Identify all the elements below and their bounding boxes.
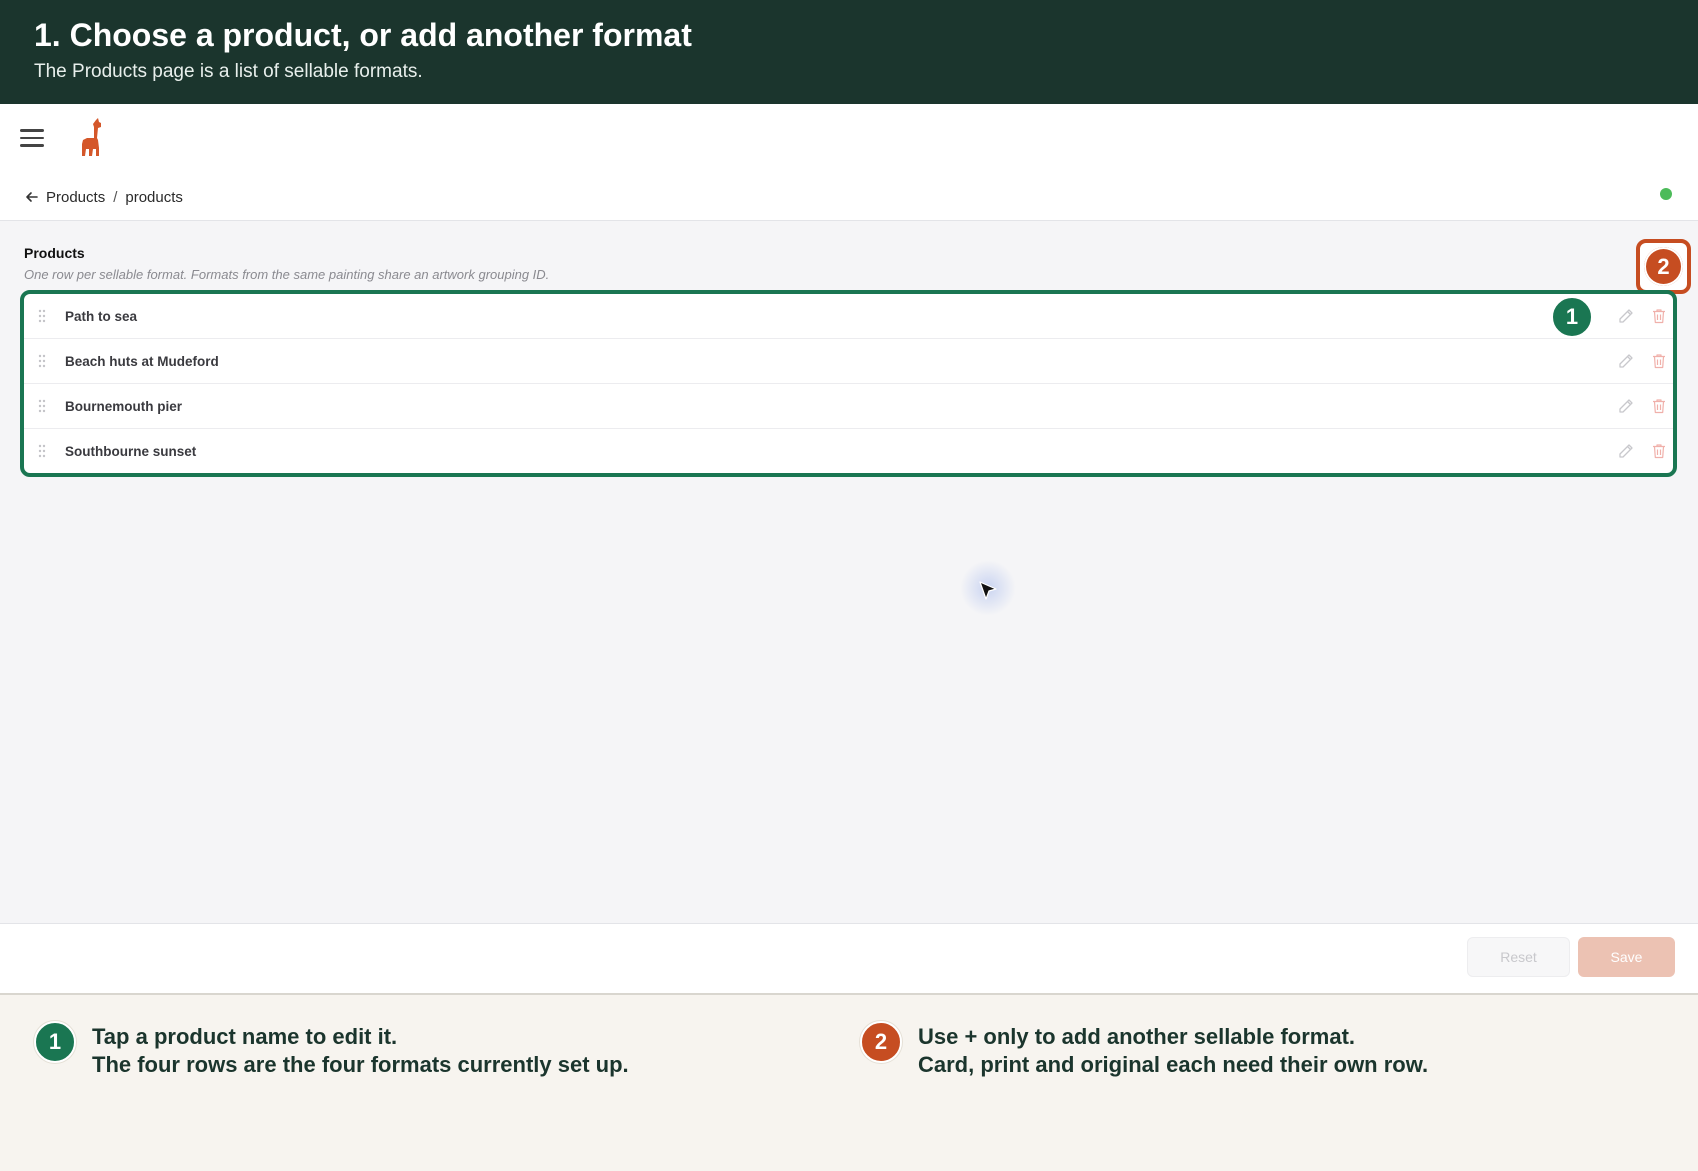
product-name[interactable]: Southbourne sunset	[65, 444, 196, 459]
tutorial-banner: 1. Choose a product, or add another form…	[0, 0, 1698, 104]
tutorial-legend: 1 Tap a product name to edit it. The fou…	[0, 995, 1698, 1171]
breadcrumb-separator: /	[113, 188, 118, 206]
legend-text-2: Use + only to add another sellable forma…	[918, 1023, 1428, 1079]
drag-handle-icon[interactable]	[38, 309, 46, 323]
table-row[interactable]: Southbourne sunset	[24, 429, 1673, 473]
product-name[interactable]: Bournemouth pier	[65, 399, 182, 414]
legend-badge-1: 1	[34, 1021, 76, 1063]
product-name[interactable]: Beach huts at Mudeford	[65, 354, 219, 369]
trash-icon[interactable]	[1652, 353, 1666, 369]
pencil-icon[interactable]	[1618, 443, 1634, 459]
form-action-bar: Reset Save	[0, 923, 1698, 995]
product-list: Path to sea 1 Beach huts at Mudeford Bou…	[20, 290, 1677, 477]
trash-icon[interactable]	[1652, 308, 1666, 324]
arrow-left-icon[interactable]	[24, 189, 40, 205]
mouse-cursor-icon	[979, 581, 997, 600]
hamburger-menu-icon[interactable]	[20, 126, 44, 150]
table-row[interactable]: Beach huts at Mudeford	[24, 339, 1673, 384]
callout-badge-2: 2	[1644, 247, 1683, 286]
legend-item-1: 1 Tap a product name to edit it. The fou…	[34, 1021, 629, 1079]
trash-icon[interactable]	[1652, 443, 1666, 459]
pencil-icon[interactable]	[1618, 398, 1634, 414]
legend-text-1-line1: Tap a product name to edit it.	[92, 1024, 398, 1049]
pencil-icon[interactable]	[1618, 308, 1634, 324]
add-product-button[interactable]: 2	[1636, 239, 1691, 294]
drag-handle-icon[interactable]	[38, 354, 46, 368]
reset-button[interactable]: Reset	[1467, 937, 1570, 977]
legend-badge-2: 2	[860, 1021, 902, 1063]
table-row[interactable]: Path to sea 1	[24, 294, 1673, 339]
save-button[interactable]: Save	[1578, 937, 1675, 977]
banner-title: 1. Choose a product, or add another form…	[34, 17, 692, 53]
legend-text-1-line2: The four rows are the four formats curre…	[92, 1052, 629, 1077]
legend-text-1: Tap a product name to edit it. The four …	[92, 1023, 629, 1079]
trash-icon[interactable]	[1652, 398, 1666, 414]
legend-text-2-line2: Card, print and original each need their…	[918, 1052, 1429, 1077]
app-header: Products / products	[0, 104, 1698, 221]
banner-subtitle: The Products page is a list of sellable …	[34, 61, 423, 82]
llama-logo-icon[interactable]	[76, 118, 108, 158]
legend-item-2: 2 Use + only to add another sellable for…	[860, 1021, 1428, 1079]
section-description: One row per sellable format. Formats fro…	[24, 267, 550, 282]
breadcrumb-current: products	[125, 188, 183, 206]
section-title: Products	[24, 245, 85, 261]
connection-status-indicator	[1660, 188, 1672, 200]
drag-handle-icon[interactable]	[38, 444, 46, 458]
callout-badge-1: 1	[1551, 296, 1593, 338]
table-row[interactable]: Bournemouth pier	[24, 384, 1673, 429]
drag-handle-icon[interactable]	[38, 399, 46, 413]
product-name[interactable]: Path to sea	[65, 309, 137, 324]
breadcrumb-parent-link[interactable]: Products	[46, 189, 105, 206]
pencil-icon[interactable]	[1618, 353, 1634, 369]
legend-text-2-line1: Use + only to add another sellable forma…	[918, 1024, 1356, 1049]
breadcrumb: Products / products	[24, 186, 183, 208]
